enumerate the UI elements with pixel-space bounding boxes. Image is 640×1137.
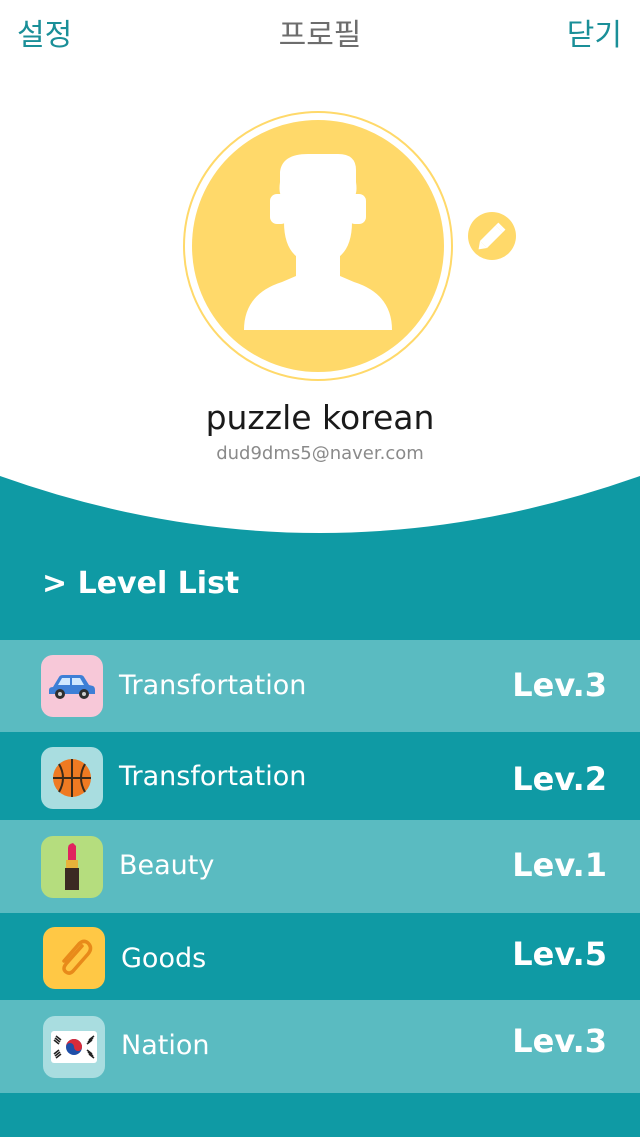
user-email: dud9dms5@naver.com — [216, 443, 424, 464]
lipstick-icon — [65, 843, 79, 890]
level-row-beauty[interactable]: Beauty Lev.1 — [0, 820, 640, 913]
user-name: puzzle korean — [205, 398, 435, 437]
level-item-value: Lev.1 — [512, 846, 607, 884]
level-row-goods[interactable]: Goods Lev.5 — [0, 913, 640, 1000]
level-item-value: Lev.2 — [512, 760, 607, 798]
level-list-title: > Level List — [42, 566, 240, 601]
level-item-label: Nation — [121, 1030, 210, 1061]
profile-header: 설정 프로필 닫기 puzzle korean dud9dms5@naver.c… — [0, 0, 640, 540]
level-row-transfortation-2[interactable]: Transfortation Lev.2 — [0, 732, 640, 820]
edit-profile-button[interactable] — [468, 212, 516, 260]
level-item-label: Transfortation — [119, 761, 307, 792]
car-icon — [49, 675, 95, 699]
level-item-label: Transfortation — [119, 670, 307, 701]
paperclip-icon — [62, 939, 93, 975]
lipstick-icon-tile — [41, 836, 103, 898]
level-row-nation[interactable]: Nation Lev.3 — [0, 1000, 640, 1093]
korea-flag-icon-tile — [43, 1016, 105, 1078]
pencil-icon — [468, 212, 516, 260]
user-silhouette-icon — [183, 111, 453, 381]
paperclip-icon-tile — [43, 927, 105, 989]
basketball-icon-tile — [41, 747, 103, 809]
level-item-label: Goods — [121, 943, 207, 974]
level-item-label: Beauty — [119, 850, 215, 881]
level-row-transfortation[interactable]: Transfortation Lev.3 — [0, 640, 640, 732]
car-icon-tile — [41, 655, 103, 717]
avatar[interactable] — [182, 110, 454, 382]
settings-button[interactable]: 설정 — [17, 14, 72, 58]
korea-flag-icon — [51, 1031, 97, 1063]
basketball-icon — [53, 759, 91, 797]
level-item-value: Lev.5 — [512, 935, 607, 973]
level-item-value: Lev.3 — [512, 666, 607, 704]
level-item-value: Lev.3 — [512, 1022, 607, 1060]
close-button[interactable]: 닫기 — [567, 14, 622, 58]
